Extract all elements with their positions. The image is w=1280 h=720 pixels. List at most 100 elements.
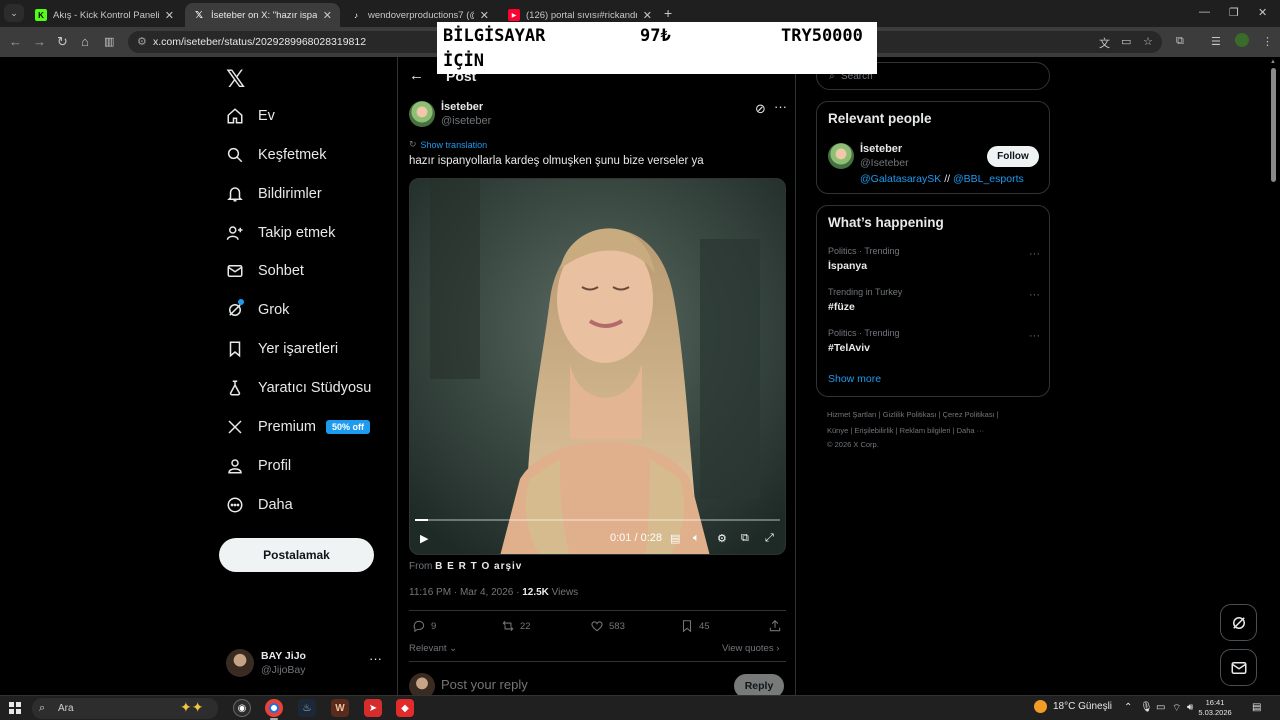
- settings-icon[interactable]: ⚙: [717, 532, 727, 545]
- nav-item-creator-studio[interactable]: Yaratıcı Stüdyosu: [226, 373, 371, 403]
- bookmark-star-icon[interactable]: ☆: [1143, 35, 1153, 48]
- person-handle[interactable]: @Iseteber: [860, 157, 909, 169]
- tab-close-icon[interactable]: ✕: [643, 9, 652, 22]
- nav-item-chat[interactable]: Sohbet: [226, 256, 304, 286]
- reply-sort-dropdown[interactable]: Relevant ⌄: [409, 643, 457, 654]
- trend-item[interactable]: Politics · Trending #TelAviv ···: [828, 328, 1040, 354]
- nav-item-grok[interactable]: Grok: [226, 295, 289, 325]
- nav-item-home[interactable]: Ev: [226, 101, 275, 131]
- nav-item-explore[interactable]: Keşfetmek: [226, 140, 327, 170]
- nav-item-premium[interactable]: Premium 50% off: [226, 412, 371, 442]
- nav-item-bookmarks[interactable]: Yer işaretleri: [226, 334, 338, 364]
- view-quotes-link[interactable]: View quotes ›: [722, 643, 779, 654]
- new-tab-button[interactable]: +: [664, 5, 672, 21]
- back-arrow-icon[interactable]: ←: [409, 67, 424, 84]
- bio-link[interactable]: @GalatasaraySK: [860, 173, 941, 185]
- picture-in-picture-icon[interactable]: ⧉: [741, 532, 749, 545]
- scroll-up-arrow-icon[interactable]: ▲: [1270, 59, 1276, 65]
- browser-tab-x[interactable]: 𝕏 İseteber on X: "hazır ispanyollar ✕: [185, 3, 340, 27]
- trend-item[interactable]: Trending in Turkey #füze ···: [828, 287, 1040, 313]
- repost-button[interactable]: 22: [501, 619, 531, 633]
- post-timestamp[interactable]: 11:16 PM · Mar 4, 2026 ·: [409, 587, 522, 598]
- extensions-icon[interactable]: ⧉: [1176, 35, 1184, 48]
- video-player[interactable]: ▶ 0:01 / 0:28 ▤ 🔈︎ ⚙ ⧉ ⤢: [409, 178, 786, 555]
- steam-icon[interactable]: ♨: [298, 699, 316, 717]
- nav-item-notifications[interactable]: Bildirimler: [226, 179, 322, 209]
- network-icon[interactable]: ▭: [1156, 702, 1165, 713]
- restore-icon[interactable]: ❐: [1229, 6, 1239, 19]
- messages-float-button[interactable]: [1220, 649, 1257, 686]
- notifications-icon[interactable]: ▤: [1252, 702, 1261, 713]
- bio-link[interactable]: @BBL_esports: [953, 173, 1024, 185]
- author-name[interactable]: İseteber: [441, 101, 483, 113]
- more-options-icon[interactable]: ···: [1029, 330, 1040, 342]
- avatar[interactable]: [828, 143, 854, 169]
- site-info-icon[interactable]: ⚙: [137, 35, 147, 48]
- sidebar-toggle-icon[interactable]: ▥: [104, 35, 114, 48]
- post-button[interactable]: Postalamak: [219, 538, 374, 572]
- browser-menu-icon[interactable]: ⋮: [1262, 35, 1273, 48]
- windows-start-icon[interactable]: [9, 702, 21, 714]
- profile-avatar-icon[interactable]: [1235, 33, 1249, 47]
- nav-item-follow[interactable]: Takip etmek: [226, 218, 335, 248]
- tab-close-icon[interactable]: ✕: [323, 9, 332, 22]
- person-name[interactable]: İseteber: [860, 143, 902, 155]
- nav-item-profile[interactable]: Profil: [226, 451, 291, 481]
- reload-icon[interactable]: ↻: [57, 34, 68, 50]
- chevron-up-icon[interactable]: ⌃: [1124, 702, 1132, 713]
- minimize-icon[interactable]: —: [1199, 6, 1210, 18]
- more-options-icon[interactable]: ···: [1029, 289, 1040, 301]
- taskbar-search[interactable]: ⌕ Ara ✦✦: [32, 698, 218, 719]
- translate-icon[interactable]: 文: [1099, 35, 1110, 51]
- reply-button[interactable]: 9: [412, 619, 436, 633]
- app-icon[interactable]: ➤: [364, 699, 382, 717]
- captions-icon[interactable]: ▤: [670, 532, 680, 545]
- video-progress-bar[interactable]: [415, 519, 780, 521]
- x-logo-icon[interactable]: 𝕏: [226, 65, 245, 94]
- app-icon[interactable]: ◆: [396, 699, 414, 717]
- system-clock[interactable]: 16:41 5.03.2026: [1195, 698, 1235, 718]
- grok-float-button[interactable]: [1220, 604, 1257, 641]
- reply-input[interactable]: [441, 677, 701, 692]
- back-arrow-icon[interactable]: ←: [9, 34, 22, 49]
- more-options-icon[interactable]: ···: [369, 651, 382, 666]
- reading-list-icon[interactable]: ☰: [1211, 35, 1221, 48]
- grok-icon[interactable]: ⊘: [755, 101, 766, 117]
- tab-search-button[interactable]: ⌄: [4, 4, 24, 22]
- more-options-icon[interactable]: ···: [774, 99, 787, 114]
- cast-icon[interactable]: ▭: [1121, 35, 1131, 48]
- footer-links[interactable]: Hizmet Şartları | Gizlilik Politikası | …: [827, 410, 999, 419]
- fullscreen-icon[interactable]: ⤢: [765, 532, 774, 545]
- scrollbar-thumb[interactable]: [1271, 68, 1276, 182]
- close-window-icon[interactable]: ✕: [1258, 6, 1267, 19]
- footer-links[interactable]: Künye | Erişilebilirlik | Reklam bilgile…: [827, 426, 984, 435]
- tab-close-icon[interactable]: ✕: [165, 9, 174, 22]
- tab-close-icon[interactable]: ✕: [480, 9, 489, 22]
- bookmark-button[interactable]: 45: [680, 619, 710, 633]
- weather-widget[interactable]: 18°C Güneşli: [1034, 700, 1112, 713]
- source-account-link[interactable]: B E R T O arşiv: [435, 561, 522, 572]
- forward-arrow-icon[interactable]: →: [33, 34, 46, 49]
- show-translation-link[interactable]: ↻ Show translation: [409, 139, 487, 150]
- volume-icon[interactable]: 🔈︎: [693, 532, 700, 545]
- app-icon[interactable]: ◉: [233, 699, 251, 717]
- author-avatar[interactable]: [409, 101, 435, 127]
- like-button[interactable]: 583: [590, 619, 625, 633]
- share-button[interactable]: [768, 619, 787, 633]
- notification-dot: [238, 299, 244, 305]
- follow-button[interactable]: Follow: [987, 146, 1039, 167]
- show-more-link[interactable]: Show more: [828, 373, 881, 385]
- wifi-icon[interactable]: ⌔: [1172, 702, 1181, 715]
- nav-item-more[interactable]: Daha: [226, 490, 293, 520]
- play-icon[interactable]: ▶: [420, 532, 428, 545]
- microphone-icon[interactable]: 🎙︎: [1140, 702, 1153, 713]
- more-options-icon[interactable]: ···: [1029, 248, 1040, 260]
- trend-item[interactable]: Politics · Trending İspanya ···: [828, 246, 1040, 272]
- home-button-icon[interactable]: ⌂: [81, 34, 89, 49]
- volume-icon[interactable]: 🔊︎: [1187, 702, 1193, 713]
- author-handle[interactable]: @iseteber: [441, 115, 491, 127]
- account-switcher[interactable]: BAY JiJo @JijoBay ···: [226, 649, 386, 679]
- browser-tab-kick[interactable]: K Akış - Kick Kontrol Paneli ✕: [27, 3, 182, 27]
- chrome-icon[interactable]: [265, 699, 283, 720]
- game-icon[interactable]: W: [331, 699, 349, 717]
